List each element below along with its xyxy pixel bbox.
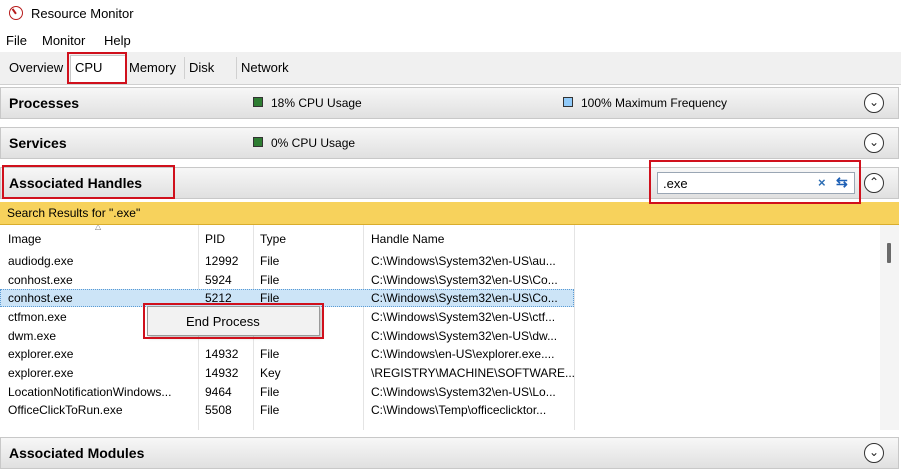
table-row[interactable]: OfficeClickToRun.exe 5508 File C:\Window… [0, 401, 574, 419]
cpu-tab-highlight [67, 52, 127, 84]
cell-type: File [260, 347, 280, 361]
cell-pid: 5508 [205, 403, 232, 417]
cell-image: ctfmon.exe [8, 310, 67, 324]
cell-handle-name: C:\Windows\System32\en-US\dw... [371, 329, 558, 343]
services-panel-header[interactable]: Services 0% CPU Usage ⌄ [0, 127, 899, 159]
title-bar: Resource Monitor [0, 0, 901, 28]
cpu-usage-swatch [253, 137, 263, 147]
services-cpu-usage: 0% CPU Usage [271, 136, 356, 150]
menu-help[interactable]: Help [104, 33, 131, 48]
cell-pid: 14932 [205, 347, 239, 361]
cell-image: audiodg.exe [8, 254, 74, 268]
chevron-up-icon[interactable]: ⌃ [864, 173, 884, 193]
processes-title: Processes [9, 95, 80, 111]
sort-arrow-icon: △ [95, 225, 102, 231]
cell-handle-name: \REGISTRY\MACHINE\SOFTWARE... [371, 366, 576, 380]
search-results-label: Search Results for ".exe" [7, 206, 141, 220]
cell-pid: 12992 [205, 254, 239, 268]
cell-image: OfficeClickToRun.exe [8, 403, 123, 417]
column-header-type[interactable]: Type [260, 232, 286, 246]
modules-panel-header[interactable]: Associated Modules ⌄ [0, 437, 899, 469]
tab-bar: Overview CPU Memory Disk Network [0, 52, 901, 85]
processes-panel-header[interactable]: Processes 18% CPU Usage 100% Maximum Fre… [0, 87, 899, 119]
chevron-down-icon[interactable]: ⌄ [864, 443, 884, 463]
cell-image: LocationNotificationWindows... [8, 385, 172, 399]
menu-file[interactable]: File [6, 33, 27, 48]
tab-overview[interactable]: Overview [5, 57, 68, 79]
modules-title: Associated Modules [9, 445, 145, 461]
cell-handle-name: C:\Windows\System32\en-US\Co... [371, 291, 558, 305]
cell-type: File [260, 385, 280, 399]
tab-network[interactable]: Network [236, 57, 293, 79]
table-row[interactable]: audiodg.exe 12992 File C:\Windows\System… [0, 252, 574, 270]
processes-cpu-usage: 18% CPU Usage [271, 96, 362, 110]
column-header-image[interactable]: Image [8, 232, 41, 246]
cell-handle-name: C:\Windows\Temp\officeclicktor... [371, 403, 547, 417]
table-row[interactable]: LocationNotificationWindows... 9464 File… [0, 383, 574, 401]
table-row[interactable]: explorer.exe 14932 File C:\Windows\en-US… [0, 345, 574, 363]
scrollbar-thumb[interactable] [887, 243, 891, 263]
cell-handle-name: C:\Windows\System32\en-US\Lo... [371, 385, 556, 399]
window-title: Resource Monitor [31, 6, 134, 21]
column-divider[interactable] [574, 225, 575, 430]
cell-handle-name: C:\Windows\System32\en-US\ctf... [371, 310, 556, 324]
search-box-highlight [649, 160, 861, 204]
cell-image: explorer.exe [8, 347, 74, 361]
table-row[interactable]: explorer.exe 14932 Key \REGISTRY\MACHINE… [0, 364, 576, 382]
chevron-down-icon[interactable]: ⌄ [864, 93, 884, 113]
cell-pid: 9464 [205, 385, 232, 399]
cell-image: dwm.exe [8, 329, 57, 343]
search-results-banner: Search Results for ".exe" [0, 202, 899, 225]
cell-handle-name: C:\Windows\en-US\explorer.exe.... [371, 347, 555, 361]
tab-disk[interactable]: Disk [184, 57, 219, 79]
handles-table: △ Image PID Type Handle Name audiodg.exe… [0, 225, 899, 430]
cpu-usage-swatch [253, 97, 263, 107]
processes-max-frequency: 100% Maximum Frequency [581, 96, 728, 110]
vertical-scrollbar[interactable] [880, 225, 899, 430]
cell-image: conhost.exe [8, 273, 73, 287]
column-header-handle-name[interactable]: Handle Name [371, 232, 444, 246]
cell-image: explorer.exe [8, 366, 74, 380]
cell-image: conhost.exe [8, 291, 73, 305]
chevron-down-icon[interactable]: ⌄ [864, 133, 884, 153]
max-frequency-swatch [563, 97, 573, 107]
column-header-pid[interactable]: PID [205, 232, 225, 246]
cell-type: Key [260, 366, 281, 380]
cell-type: File [260, 403, 280, 417]
cell-handle-name: C:\Windows\System32\en-US\au... [371, 254, 556, 268]
handles-title-highlight [2, 165, 175, 199]
resource-monitor-icon [9, 6, 23, 20]
services-title: Services [9, 135, 67, 151]
cell-type: File [260, 254, 280, 268]
table-row[interactable]: conhost.exe 5924 File C:\Windows\System3… [0, 271, 574, 289]
cell-type: File [260, 273, 280, 287]
cell-handle-name: C:\Windows\System32\en-US\Co... [371, 273, 558, 287]
tab-memory[interactable]: Memory [125, 57, 180, 79]
cell-pid: 14932 [205, 366, 239, 380]
end-process-highlight [143, 303, 324, 339]
cell-pid: 5924 [205, 273, 232, 287]
menu-monitor[interactable]: Monitor [42, 33, 85, 48]
